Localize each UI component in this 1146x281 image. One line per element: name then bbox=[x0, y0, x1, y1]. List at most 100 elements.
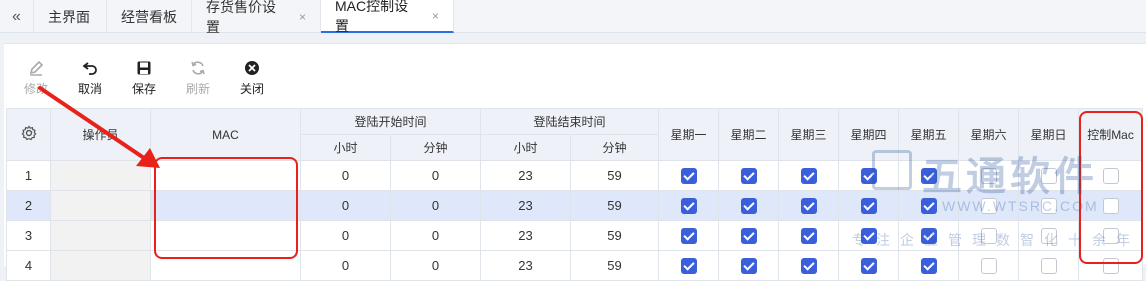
row-number-cell: 3 bbox=[6, 220, 51, 251]
control-mac-checkbox[interactable] bbox=[1102, 227, 1119, 244]
end-minute-cell[interactable]: 59 bbox=[570, 160, 660, 191]
sat-checkbox[interactable] bbox=[980, 227, 997, 244]
wed-checkbox[interactable] bbox=[800, 197, 817, 214]
header-login-start: 登陆开始时间 bbox=[299, 108, 482, 135]
wed-cell bbox=[778, 160, 840, 191]
tab-main[interactable]: 主界面 bbox=[34, 0, 107, 33]
control-mac-checkbox[interactable] bbox=[1102, 197, 1119, 214]
start-minute-cell[interactable]: 0 bbox=[389, 220, 482, 251]
tab-mac-control[interactable]: MAC控制设置 × bbox=[321, 0, 454, 34]
mac-cell[interactable] bbox=[150, 160, 301, 191]
fri-checkbox[interactable] bbox=[920, 197, 937, 214]
header-end-hour[interactable]: 小时 bbox=[480, 134, 572, 161]
tab-label: 主界面 bbox=[48, 8, 90, 25]
cancel-label: 取消 bbox=[77, 82, 102, 96]
tue-cell bbox=[718, 220, 780, 251]
mac-cell[interactable] bbox=[150, 220, 301, 251]
header-login-end: 登陆结束时间 bbox=[480, 108, 660, 135]
wed-checkbox[interactable] bbox=[800, 167, 817, 184]
sat-checkbox[interactable] bbox=[980, 167, 997, 184]
sun-cell bbox=[1018, 220, 1080, 251]
thu-checkbox[interactable] bbox=[860, 197, 877, 214]
save-button[interactable]: 保存 bbox=[119, 60, 169, 97]
end-hour-cell[interactable]: 23 bbox=[480, 160, 572, 191]
start-hour-cell[interactable]: 0 bbox=[300, 220, 391, 251]
cancel-button[interactable]: 取消 bbox=[65, 60, 115, 97]
mon-cell bbox=[658, 190, 720, 221]
header-start-hour[interactable]: 小时 bbox=[300, 134, 391, 161]
wed-checkbox[interactable] bbox=[800, 227, 817, 244]
header-control-mac[interactable]: 控制Mac bbox=[1078, 108, 1144, 161]
end-hour-cell[interactable]: 23 bbox=[480, 190, 572, 221]
control-mac-cell bbox=[1078, 220, 1144, 251]
sun-checkbox[interactable] bbox=[1040, 167, 1057, 184]
sun-checkbox[interactable] bbox=[1040, 227, 1057, 244]
tue-cell bbox=[718, 160, 780, 191]
sun-checkbox[interactable] bbox=[1040, 197, 1057, 214]
tab-dashboard[interactable]: 经营看板 bbox=[107, 0, 192, 33]
header-operator[interactable]: 操作员 bbox=[50, 108, 151, 161]
operator-cell[interactable] bbox=[50, 160, 151, 191]
thu-checkbox[interactable] bbox=[860, 167, 877, 184]
header-sun[interactable]: 星期日 bbox=[1018, 108, 1080, 161]
control-mac-checkbox[interactable] bbox=[1102, 167, 1119, 184]
tue-checkbox[interactable] bbox=[740, 197, 757, 214]
tue-checkbox[interactable] bbox=[740, 167, 757, 184]
mac-cell[interactable] bbox=[150, 190, 301, 221]
tab-scroll-back-icon[interactable]: « bbox=[0, 0, 34, 33]
mon-checkbox[interactable] bbox=[680, 197, 697, 214]
header-wed[interactable]: 星期三 bbox=[778, 108, 840, 161]
sat-cell bbox=[958, 160, 1020, 191]
end-minute-cell[interactable]: 59 bbox=[570, 190, 660, 221]
mon-checkbox[interactable] bbox=[680, 227, 697, 244]
header-start-minute[interactable]: 分钟 bbox=[389, 134, 482, 161]
column-settings-cell[interactable] bbox=[6, 108, 51, 161]
refresh-button[interactable]: 刷新 bbox=[173, 60, 223, 97]
control-mac-cell bbox=[1078, 190, 1144, 221]
header-end-minute[interactable]: 分钟 bbox=[570, 134, 660, 161]
table-row[interactable]: 2 0 0 23 59 bbox=[6, 190, 1144, 221]
header-sat[interactable]: 星期六 bbox=[958, 108, 1020, 161]
row-number-cell: 2 bbox=[6, 190, 51, 221]
end-hour-cell[interactable]: 23 bbox=[480, 220, 572, 251]
wed-cell bbox=[778, 220, 840, 251]
operator-cell[interactable] bbox=[50, 220, 151, 251]
row-number-cell: 1 bbox=[6, 160, 51, 191]
close-circle-icon bbox=[227, 60, 277, 78]
save-icon bbox=[119, 60, 169, 78]
header-thu[interactable]: 星期四 bbox=[838, 108, 900, 161]
fri-cell bbox=[898, 160, 960, 191]
header-mon[interactable]: 星期一 bbox=[658, 108, 720, 161]
fri-checkbox[interactable] bbox=[920, 227, 937, 244]
mon-cell bbox=[658, 160, 720, 191]
sat-checkbox[interactable] bbox=[980, 197, 997, 214]
tab-close-icon[interactable]: × bbox=[299, 10, 306, 24]
table-row[interactable]: 3 0 0 23 59 bbox=[6, 220, 1144, 251]
mon-checkbox[interactable] bbox=[680, 167, 697, 184]
sat-cell bbox=[958, 190, 1020, 221]
sat-cell bbox=[958, 220, 1020, 251]
close-button[interactable]: 关闭 bbox=[227, 60, 277, 97]
table-row[interactable]: 1 0 0 23 59 bbox=[6, 160, 1144, 191]
operator-cell[interactable] bbox=[50, 190, 151, 221]
undo-icon bbox=[65, 60, 115, 78]
edit-button[interactable]: 修改 bbox=[11, 60, 61, 97]
thu-cell bbox=[838, 220, 900, 251]
tab-price-settings[interactable]: 存货售价设置 × bbox=[192, 0, 321, 35]
thu-cell bbox=[838, 160, 900, 191]
start-minute-cell[interactable]: 0 bbox=[389, 160, 482, 191]
gear-icon[interactable] bbox=[21, 125, 37, 144]
tab-label: 存货售价设置 bbox=[206, 0, 276, 35]
start-hour-cell[interactable]: 0 bbox=[300, 160, 391, 191]
start-minute-cell[interactable]: 0 bbox=[389, 190, 482, 221]
refresh-label: 刷新 bbox=[185, 82, 210, 96]
end-minute-cell[interactable]: 59 bbox=[570, 220, 660, 251]
thu-checkbox[interactable] bbox=[860, 227, 877, 244]
tab-close-icon[interactable]: × bbox=[432, 9, 439, 23]
start-hour-cell[interactable]: 0 bbox=[300, 190, 391, 221]
tue-checkbox[interactable] bbox=[740, 227, 757, 244]
fri-checkbox[interactable] bbox=[920, 167, 937, 184]
header-tue[interactable]: 星期二 bbox=[718, 108, 780, 161]
header-mac[interactable]: MAC bbox=[150, 108, 301, 161]
header-fri[interactable]: 星期五 bbox=[898, 108, 960, 161]
